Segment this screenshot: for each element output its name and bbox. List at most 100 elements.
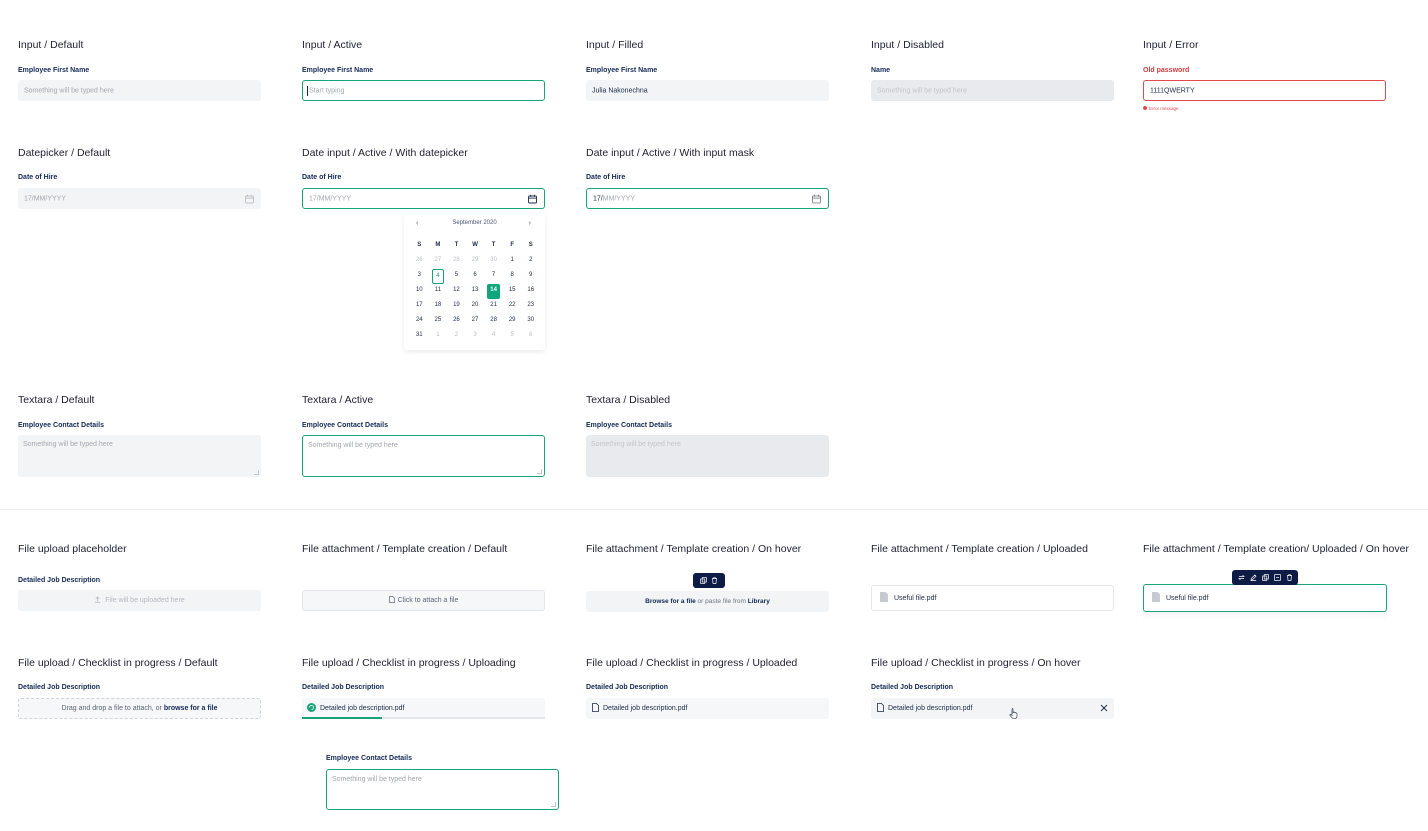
calendar-day[interactable]: 31 — [410, 329, 429, 344]
calendar-day[interactable]: 17 — [410, 299, 429, 314]
section-title: Datepicker / Default — [18, 147, 111, 159]
uploaded-file-row[interactable]: Detailed job description.pdf — [586, 698, 829, 719]
calendar-month-label: September 2020 — [452, 220, 497, 226]
calendar-day[interactable]: 26 — [410, 254, 429, 269]
calendar-day[interactable]: 25 — [429, 314, 448, 329]
browse-file-link[interactable]: browse for a file — [164, 705, 218, 712]
calendar-day[interactable]: 6 — [521, 329, 540, 344]
close-icon[interactable] — [1100, 704, 1108, 714]
field-label: Date of Hire — [586, 174, 626, 181]
calendar-day[interactable]: 30 — [521, 314, 540, 329]
file-name: Detailed job description.pdf — [603, 705, 688, 712]
calendar-day[interactable]: 27 — [429, 254, 448, 269]
pdf-file-icon — [1152, 592, 1160, 604]
calendar-day[interactable]: 22 — [503, 299, 522, 314]
calendar-day[interactable]: 12 — [447, 284, 466, 299]
file-dropzone[interactable]: Drag and drop a file to attach, or brows… — [18, 698, 261, 719]
resize-handle[interactable] — [537, 469, 542, 474]
trash-icon[interactable] — [1286, 574, 1293, 581]
resize-handle[interactable] — [551, 802, 556, 807]
mask-remainder: MM/YYYY — [602, 195, 636, 202]
next-month-button[interactable]: › — [529, 220, 531, 227]
calendar-day[interactable]: 9 — [521, 269, 540, 284]
textarea-placeholder: Something will be typed here — [23, 441, 113, 448]
save-icon[interactable] — [1273, 574, 1281, 581]
calendar-day[interactable]: 29 — [503, 314, 522, 329]
calendar-day[interactable]: 10 — [410, 284, 429, 299]
calendar-week: 17 18 19 20 21 22 23 — [410, 299, 540, 314]
calendar-day[interactable]: 20 — [466, 299, 485, 314]
calendar-day[interactable]: 4 — [484, 329, 503, 344]
calendar-day[interactable]: 15 — [503, 284, 522, 299]
contact-details-textarea-extra[interactable]: Something will be typed here — [326, 769, 559, 810]
calendar-day[interactable]: 1 — [503, 254, 522, 269]
calendar-day[interactable]: 8 — [503, 269, 522, 284]
replace-icon[interactable] — [1237, 574, 1245, 581]
attach-file-button[interactable]: Click to attach a file — [302, 590, 545, 611]
calendar-day[interactable]: 28 — [484, 314, 503, 329]
uploading-file-row[interactable]: Detailed job description.pdf — [302, 698, 545, 719]
date-of-hire-input-default[interactable]: 17/MM/YYYY — [18, 188, 261, 209]
trash-icon[interactable] — [711, 577, 718, 584]
calendar-day[interactable]: 2 — [447, 329, 466, 344]
library-link[interactable]: Library — [748, 598, 770, 605]
paste-text: or paste file from — [695, 598, 748, 605]
calendar-day[interactable]: 18 — [429, 299, 448, 314]
calendar-day-header: T — [491, 242, 496, 248]
calendar-day[interactable]: 21 — [484, 299, 503, 314]
calendar-day[interactable]: 5 — [503, 329, 522, 344]
contact-details-textarea-default[interactable]: Something will be typed here — [18, 435, 261, 477]
uploaded-file-card[interactable]: Useful file.pdf — [871, 585, 1114, 611]
section-title: Textara / Active — [302, 394, 374, 406]
file-upload-placeholder[interactable]: File will be uploaded here — [18, 590, 261, 611]
calendar-icon[interactable] — [528, 194, 537, 203]
uploaded-file-card-hover[interactable]: Useful file.pdf — [1143, 584, 1387, 612]
calendar-day[interactable]: 29 — [466, 254, 485, 269]
first-name-input-filled[interactable]: Julia Nakonechna — [586, 80, 829, 101]
resize-handle[interactable] — [254, 470, 259, 475]
date-of-hire-input-mask[interactable]: 17/MM/YYYY — [586, 188, 829, 209]
calendar-day[interactable]: 6 — [466, 269, 485, 284]
calendar-day[interactable]: 3 — [466, 329, 485, 344]
calendar-day[interactable]: 16 — [521, 284, 540, 299]
contact-details-textarea-active[interactable]: Something will be typed here — [302, 435, 545, 477]
date-of-hire-input-datepicker[interactable]: 17/MM/YYYY — [302, 188, 545, 209]
calendar-day[interactable]: 19 — [447, 299, 466, 314]
calendar-day[interactable]: 30 — [484, 254, 503, 269]
hover-file-row[interactable]: Detailed job description.pdf — [871, 698, 1114, 719]
calendar-day[interactable]: 11 — [429, 284, 448, 299]
calendar-day-header: T — [454, 242, 459, 248]
calendar-day[interactable]: 4 — [431, 269, 445, 284]
old-password-input-error[interactable]: 1111QWERTY — [1143, 80, 1386, 101]
calendar-icon[interactable] — [245, 194, 254, 203]
input-placeholder: 17/MM/YYYY — [24, 195, 67, 202]
calendar-day-headers: SMTWTFS — [410, 239, 540, 254]
calendar-day[interactable]: 26 — [447, 314, 466, 329]
calendar-day[interactable]: 28 — [447, 254, 466, 269]
calendar-day[interactable]: 27 — [466, 314, 485, 329]
calendar-day[interactable]: 23 — [521, 299, 540, 314]
first-name-input-active[interactable]: Start typing — [302, 80, 545, 101]
browse-file-link[interactable]: Browse for a file — [645, 598, 696, 605]
pdf-file-icon — [880, 592, 888, 604]
calendar-day[interactable]: 5 — [447, 269, 466, 284]
calendar-day-header: F — [510, 242, 515, 248]
copy-icon[interactable] — [700, 577, 707, 584]
calendar-day[interactable]: 24 — [410, 314, 429, 329]
first-name-input-default[interactable]: Something will be typed here — [18, 80, 261, 101]
input-placeholder: 17/MM/YYYY — [309, 195, 352, 202]
input-mask-value: 17/MM/YYYY — [593, 195, 635, 202]
calendar-day[interactable]: 1 — [429, 329, 448, 344]
field-label: Employee First Name — [586, 67, 658, 74]
calendar-day[interactable]: 7 — [484, 269, 503, 284]
copy-icon[interactable] — [1261, 574, 1269, 581]
dropzone-text: Drag and drop a file to attach, or — [61, 705, 164, 712]
calendar-day[interactable]: 2 — [521, 254, 540, 269]
calendar-day[interactable]: 13 — [466, 284, 485, 299]
edit-icon[interactable] — [1250, 574, 1257, 581]
calendar-day[interactable]: 14 — [487, 284, 500, 299]
calendar-icon[interactable] — [812, 194, 821, 203]
file-attach-hover-area[interactable]: Browse for a file or paste file from Lib… — [586, 591, 829, 612]
calendar-week: 24 25 26 27 28 29 30 — [410, 314, 540, 329]
calendar-day[interactable]: 3 — [410, 269, 429, 284]
